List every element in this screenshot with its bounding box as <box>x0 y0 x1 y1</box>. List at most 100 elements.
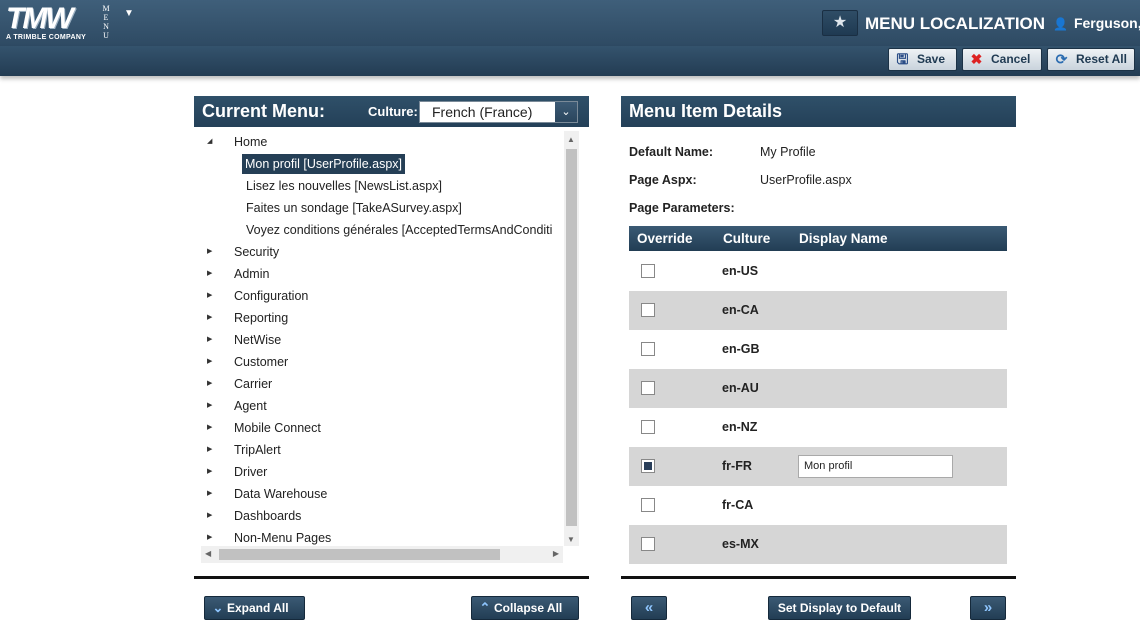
column-header-culture[interactable]: Culture <box>723 226 770 251</box>
menu-toggle[interactable]: M E N U <box>101 4 111 40</box>
tree-node-label: Customer <box>234 355 289 369</box>
override-checkbox-checked[interactable] <box>641 459 655 473</box>
culture-value: French (France) <box>432 104 533 120</box>
display-name-input[interactable]: Mon profil <box>798 455 953 478</box>
collapsed-arrow-icon[interactable]: ▶ <box>207 308 217 328</box>
tree-node-label: TripAlert <box>234 443 281 457</box>
chevron-down-icon[interactable]: ⌄ <box>555 102 577 122</box>
scroll-thumb[interactable] <box>219 549 500 560</box>
tree-node-label: Reporting <box>234 311 289 325</box>
collapsed-arrow-icon[interactable]: ▶ <box>207 374 217 394</box>
override-checkbox[interactable] <box>641 420 655 434</box>
collapsed-arrow-icon[interactable]: ▶ <box>207 396 217 416</box>
page-aspx-value: UserProfile.aspx <box>760 173 852 187</box>
double-chevron-right-icon: » <box>983 599 993 616</box>
culture-code: en-GB <box>722 342 760 356</box>
table-row: en-CA <box>629 291 1007 330</box>
culture-grid-header: Override Culture Display Name <box>629 226 1007 251</box>
user-name: Ferguson, <box>1073 15 1140 31</box>
floppy-disk-icon: 🖫 <box>896 51 909 67</box>
scroll-left-icon[interactable]: ◀ <box>205 549 211 558</box>
tree-node-label: Configuration <box>234 289 309 303</box>
collapsed-arrow-icon[interactable]: ▶ <box>207 286 217 306</box>
collapsed-arrow-icon[interactable]: ▶ <box>207 242 217 262</box>
next-item-button[interactable]: » <box>970 596 1006 620</box>
culture-code: en-NZ <box>722 420 758 434</box>
collapsed-arrow-icon[interactable]: ▶ <box>207 484 217 504</box>
menu-letter: E <box>103 13 109 22</box>
table-row: fr-CA <box>629 486 1007 525</box>
set-display-to-default-button[interactable]: Set Display to Default <box>768 596 911 620</box>
collapsed-arrow-icon[interactable]: ▶ <box>207 506 217 526</box>
tree-node-label: Home <box>234 135 268 149</box>
tree-node-label: Non-Menu Pages <box>234 531 332 545</box>
culture-code: es-MX <box>722 537 759 551</box>
override-checkbox[interactable] <box>641 498 655 512</box>
collapse-all-label: Collapse All <box>494 601 563 615</box>
tree-node-label: Driver <box>234 465 268 479</box>
page-title: MENU LOCALIZATION <box>865 14 1046 33</box>
menu-tree: ◢ Home Mon profil [UserProfile.aspx] Lis… <box>199 131 579 564</box>
star-icon: ★ <box>832 14 848 31</box>
user-menu[interactable]: 👤 Ferguson, <box>1053 15 1140 31</box>
culture-select[interactable]: French (France) ⌄ <box>419 101 578 123</box>
expanded-arrow-icon[interactable]: ◢ <box>207 132 217 152</box>
logo-subtext: A TRIMBLE COMPANY <box>6 34 87 41</box>
tree-node-label: NetWise <box>234 333 282 347</box>
favorite-star-button[interactable]: ★ <box>822 10 858 36</box>
override-checkbox[interactable] <box>641 537 655 551</box>
collapsed-arrow-icon[interactable]: ▶ <box>207 264 217 284</box>
expand-all-button[interactable]: ⌄ Expand All <box>204 596 305 620</box>
menu-item-details-header: Menu Item Details <box>621 96 1016 127</box>
collapsed-arrow-icon[interactable]: ▶ <box>207 330 217 350</box>
logo-text: TMW <box>6 2 74 35</box>
table-row: es-MX <box>629 525 1007 564</box>
save-button[interactable]: 🖫 Save <box>888 48 957 71</box>
override-checkbox[interactable] <box>641 264 655 278</box>
tree-leaf-mon-profil[interactable]: Mon profil [UserProfile.aspx] <box>242 154 406 174</box>
table-row: fr-FR Mon profil <box>629 447 1007 486</box>
cancel-button[interactable]: ✖ Cancel <box>962 48 1042 71</box>
culture-code: en-CA <box>722 303 759 317</box>
tmw-logo[interactable]: TMW A TRIMBLE COMPANY <box>6 4 94 42</box>
double-chevron-left-icon: « <box>644 599 654 616</box>
tree-node-label: Carrier <box>234 377 273 391</box>
tree-node-label: Agent <box>234 399 267 413</box>
tree-vertical-scrollbar[interactable]: ▲ ▼ <box>564 131 579 546</box>
close-icon: ✖ <box>970 51 983 67</box>
column-header-display-name[interactable]: Display Name <box>799 226 888 251</box>
table-row: en-AU <box>629 369 1007 408</box>
override-checkbox[interactable] <box>641 342 655 356</box>
table-row: en-US <box>629 252 1007 291</box>
tree-leaf-faites-sondage[interactable]: Faites un sondage [TakeASurvey.aspx] <box>243 198 465 218</box>
previous-item-button[interactable]: « <box>631 596 667 620</box>
collapsed-arrow-icon[interactable]: ▶ <box>207 528 217 548</box>
override-checkbox[interactable] <box>641 381 655 395</box>
tree-node-label: Security <box>234 245 280 259</box>
scroll-up-icon[interactable]: ▲ <box>567 135 575 144</box>
reset-all-button[interactable]: ⟳ Reset All <box>1047 48 1135 71</box>
tree-node-label: Data Warehouse <box>234 487 328 501</box>
user-icon: 👤 <box>1053 17 1068 31</box>
save-label: Save <box>917 52 946 66</box>
divider <box>621 576 1016 579</box>
caret-down-icon[interactable]: ▼ <box>124 8 134 19</box>
tree-horizontal-scrollbar[interactable]: ◀ ▶ <box>201 546 563 563</box>
tree-leaf-lisez-nouvelles[interactable]: Lisez les nouvelles [NewsList.aspx] <box>243 176 445 196</box>
current-menu-header: Current Menu: Culture: French (France) ⌄ <box>194 96 589 127</box>
tree-leaf-voyez-conditions[interactable]: Voyez conditions générales [AcceptedTerm… <box>243 220 555 240</box>
collapsed-arrow-icon[interactable]: ▶ <box>207 418 217 438</box>
scroll-down-icon[interactable]: ▼ <box>567 535 575 544</box>
cancel-label: Cancel <box>991 52 1031 66</box>
override-checkbox[interactable] <box>641 303 655 317</box>
reset-label: Reset All <box>1076 52 1127 66</box>
scroll-right-icon[interactable]: ▶ <box>553 549 559 558</box>
page-parameters-label: Page Parameters: <box>629 201 735 215</box>
scroll-thumb[interactable] <box>566 149 577 526</box>
culture-code: fr-FR <box>722 459 752 473</box>
collapsed-arrow-icon[interactable]: ▶ <box>207 462 217 482</box>
collapse-all-button[interactable]: ⌃ Collapse All <box>471 596 579 620</box>
collapsed-arrow-icon[interactable]: ▶ <box>207 352 217 372</box>
column-header-override[interactable]: Override <box>637 226 693 251</box>
collapsed-arrow-icon[interactable]: ▶ <box>207 440 217 460</box>
